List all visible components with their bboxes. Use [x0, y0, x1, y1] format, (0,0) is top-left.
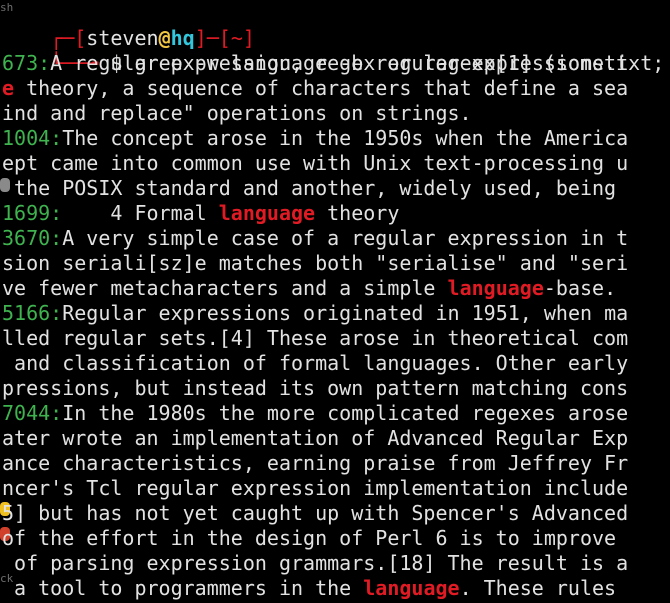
line-text: a tool to programmers in the — [2, 576, 364, 600]
line-text: The concept arose in the 1950s when the … — [62, 126, 629, 150]
line-text: ve fewer metacharacters and a simple — [2, 276, 448, 300]
output-line: of the effort in the design of Perl 6 is… — [2, 526, 628, 551]
line-text: theory, a sequence of characters that de… — [14, 76, 629, 100]
line-text: Regular expressions originated in 1951, … — [62, 301, 629, 325]
line-text: ater wrote an implementation of Advanced… — [2, 426, 629, 450]
prompt-line: ┌─[steven@hq]─[~] — [2, 1, 255, 50]
line-text: pressions, but instead its own pattern m… — [2, 376, 629, 400]
line-text: In the 1980s the more complicated regexe… — [62, 401, 629, 425]
output-line: ater wrote an implementation of Advanced… — [2, 426, 628, 451]
output-line: of parsing expression grammars.[18] The … — [2, 551, 628, 576]
byte-offset: 1004: — [2, 126, 63, 150]
match-highlight: language — [218, 201, 316, 225]
output-line: a tool to programmers in the language. T… — [2, 576, 616, 601]
match-highlight: e — [2, 76, 15, 100]
output-line: the POSIX standard and another, widely u… — [2, 176, 628, 201]
line-text: of parsing expression grammars.[18] The … — [2, 551, 629, 575]
byte-offset: 3670: — [2, 226, 63, 250]
byte-offset: 5166: — [2, 301, 63, 325]
byte-offset: 1699: — [2, 201, 63, 225]
terminal-window[interactable]: sh ck ┌─[steven@hq]─[~] └──╼ $ grep -w l… — [0, 0, 670, 603]
output-line: pressions, but instead its own pattern m… — [2, 376, 628, 401]
line-text: ind and replace" operations on strings. — [2, 101, 472, 125]
command-line[interactable]: └──╼ $ grep -w language -b regular-expre… — [2, 26, 664, 75]
output-line: ind and replace" operations on strings. — [2, 101, 472, 126]
line-text: A very simple case of a regular expressi… — [62, 226, 629, 250]
line-text: . These rules — [459, 576, 617, 600]
output-line: lled regular sets.[4] These arose in the… — [2, 326, 628, 351]
output-line: sion seriali[sz]e matches both "serialis… — [2, 251, 628, 276]
output-line: 7044:In the 1980s the more complicated r… — [2, 401, 628, 426]
line-text: of the effort in the design of Perl 6 is… — [2, 526, 629, 550]
line-text: 4 Formal — [62, 201, 219, 225]
byte-offset: 673: — [2, 51, 51, 75]
line-text: sion seriali[sz]e matches both "serialis… — [2, 251, 629, 275]
output-line: ept came into common use with Unix text-… — [2, 151, 628, 176]
line-text: ance characteristics, earning praise fro… — [2, 451, 629, 475]
line-text: the POSIX standard and another, widely u… — [2, 176, 629, 200]
line-text: lled regular sets.[4] These arose in the… — [2, 326, 629, 350]
byte-offset: 7044: — [2, 401, 63, 425]
match-highlight: language — [447, 276, 544, 300]
output-line: 5] but has not yet caught up with Spence… — [2, 501, 628, 526]
match-highlight: language — [363, 576, 460, 600]
output-line: e theory, a sequence of characters that … — [2, 76, 628, 101]
output-line: ncer's Tcl regular expression implementa… — [2, 476, 628, 501]
line-text: -base. — [543, 276, 617, 300]
line-text: and classification of formal languages. … — [2, 351, 629, 375]
line-text: 5] but has not yet caught up with Spence… — [2, 501, 629, 525]
output-line: 1699: 4 Formal language theory — [2, 201, 399, 226]
line-text: theory — [315, 201, 400, 225]
output-line: 1004:The concept arose in the 1950s when… — [2, 126, 628, 151]
output-line: 3670:A very simple case of a regular exp… — [2, 226, 628, 251]
output-line: and classification of formal languages. … — [2, 351, 628, 376]
output-line: 5166:Regular expressions originated in 1… — [2, 301, 628, 326]
line-text: ept came into common use with Unix text-… — [2, 151, 629, 175]
line-text: A regular expression, regex or regexp[1]… — [50, 51, 629, 75]
line-text: ncer's Tcl regular expression implementa… — [2, 476, 629, 500]
output-line: 673:A regular expression, regex or regex… — [2, 51, 628, 76]
output-line: ance characteristics, earning praise fro… — [2, 451, 628, 476]
output-line: ve fewer metacharacters and a simple lan… — [2, 276, 616, 301]
